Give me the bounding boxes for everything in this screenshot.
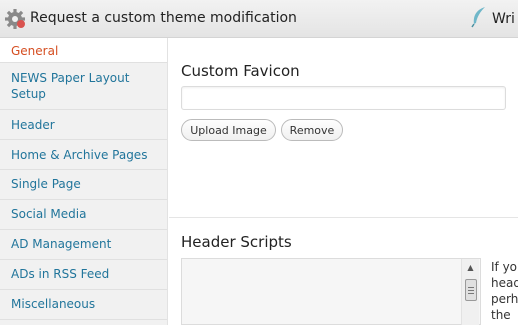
sidebar-item-general[interactable]: General xyxy=(0,38,167,63)
sidebar-item-home-archive-pages[interactable]: Home & Archive Pages xyxy=(0,140,167,170)
sidebar-item-label: Miscellaneous xyxy=(11,297,96,311)
help-line: If yo xyxy=(491,260,518,274)
sidebar-item-label: Header xyxy=(11,118,55,132)
help-line: head xyxy=(491,276,518,290)
section-divider xyxy=(169,217,518,218)
textarea-scrollbar[interactable]: ▲ xyxy=(461,259,479,325)
top-bar: Request a custom theme modification Wri xyxy=(0,0,518,38)
write-label: Wri xyxy=(492,11,515,27)
sidebar-item-social-media[interactable]: Social Media xyxy=(0,200,167,230)
scroll-up-icon[interactable]: ▲ xyxy=(462,259,479,275)
custom-favicon-heading: Custom Favicon xyxy=(181,62,300,80)
page-title: Request a custom theme modification xyxy=(30,10,297,26)
sidebar-item-ad-management[interactable]: AD Management xyxy=(0,230,167,260)
sidebar-item-ads-in-rss-feed[interactable]: ADs in RSS Feed xyxy=(0,260,167,290)
sidebar: General NEWS Paper Layout Setup Header H… xyxy=(0,38,168,325)
sidebar-item-label: General xyxy=(11,44,59,58)
help-line: perh xyxy=(491,292,518,306)
sidebar-item-label: AD Management xyxy=(11,237,112,251)
main-panel: Custom Favicon Upload Image Remove Heade… xyxy=(169,38,518,325)
upload-image-button[interactable]: Upload Image xyxy=(181,119,276,141)
scroll-thumb[interactable] xyxy=(465,279,477,301)
header-scripts-help: If yo head perh the xyxy=(491,259,518,323)
sidebar-item-news-paper-layout-setup[interactable]: NEWS Paper Layout Setup xyxy=(0,63,167,110)
sidebar-item-label: NEWS Paper Layout Setup xyxy=(11,71,130,101)
header-scripts-heading: Header Scripts xyxy=(181,233,292,251)
sidebar-item-miscellaneous[interactable]: Miscellaneous xyxy=(0,290,167,320)
write-link[interactable]: Wri xyxy=(470,7,515,31)
sidebar-item-label: Home & Archive Pages xyxy=(11,148,148,162)
header-scripts-textarea[interactable] xyxy=(181,258,481,325)
custom-favicon-input[interactable] xyxy=(181,86,506,110)
remove-button[interactable]: Remove xyxy=(281,119,343,141)
gear-icon xyxy=(4,8,26,30)
sidebar-item-label: Single Page xyxy=(11,177,81,191)
sidebar-item-header[interactable]: Header xyxy=(0,110,167,140)
sidebar-item-single-page[interactable]: Single Page xyxy=(0,170,167,200)
help-line: the xyxy=(491,308,511,322)
sidebar-item-label: Social Media xyxy=(11,207,87,221)
sidebar-item-label: ADs in RSS Feed xyxy=(11,267,110,281)
quill-icon xyxy=(470,6,488,32)
